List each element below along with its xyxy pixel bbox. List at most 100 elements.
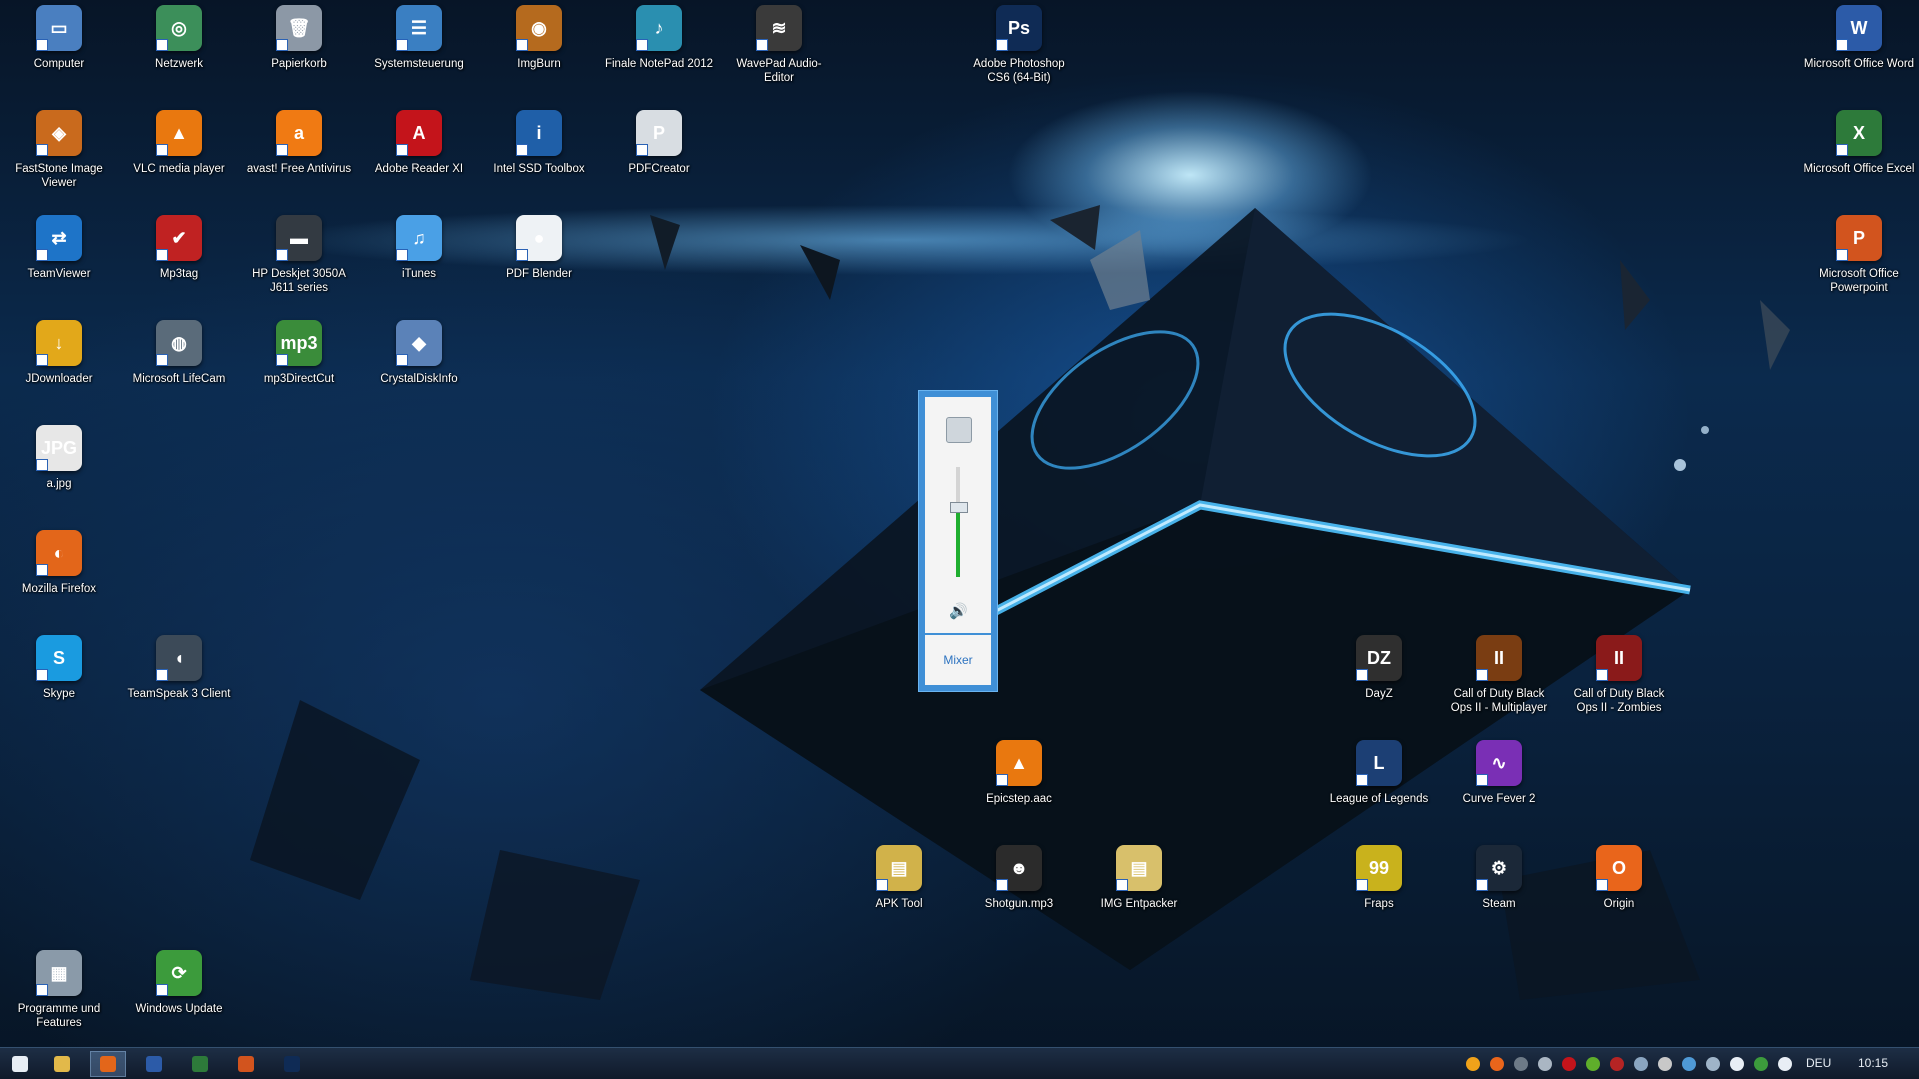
desktop-icon[interactable]: ♪ Finale NotePad 2012: [603, 5, 715, 71]
desktop-icon-label: WavePad Audio-Editor: [736, 58, 822, 84]
desktop-icon[interactable]: a avast! Free Antivirus: [243, 110, 355, 176]
desktop-icon[interactable]: ☻ Shotgun.mp3: [963, 845, 1075, 911]
desktop-icon[interactable]: A Adobe Reader XI: [363, 110, 475, 176]
desktop-icon[interactable]: L League of Legends: [1323, 740, 1435, 806]
volume-slider-track[interactable]: [956, 467, 960, 577]
desktop-icon[interactable]: ▤ APK Tool: [843, 845, 955, 911]
desktop-icon[interactable]: ▲ Epicstep.aac: [963, 740, 1075, 806]
desktop-icon[interactable]: ◐ Mozilla Firefox: [3, 530, 115, 596]
desktop-icon[interactable]: II Call of Duty Black Ops II - Multiplaye…: [1443, 635, 1555, 715]
excel-taskbar-button[interactable]: [182, 1051, 218, 1077]
desktop-icon[interactable]: ⚙ Steam: [1443, 845, 1555, 911]
desktop-icon[interactable]: mp3 mp3DirectCut: [243, 320, 355, 386]
speaker-device-icon[interactable]: [946, 417, 972, 443]
desktop-icon[interactable]: ☰ Systemsteuerung: [363, 5, 475, 71]
desktop-icon[interactable]: W Microsoft Office Word: [1803, 5, 1915, 71]
desktop-icon[interactable]: JPG a.jpg: [3, 425, 115, 491]
desktop-icon[interactable]: ◈ FastStone Image Viewer: [3, 110, 115, 190]
desktop-icon[interactable]: ✔ Mp3tag: [123, 215, 235, 281]
desktop-icon[interactable]: ▭ Computer: [3, 5, 115, 71]
desktop-icon[interactable]: ∿ Curve Fever 2: [1443, 740, 1555, 806]
desktop-icon-label: Microsoft Office Word: [1803, 58, 1915, 70]
desktop-icon-label: APK Tool: [875, 898, 923, 910]
app-icon: ⇄: [36, 215, 82, 261]
desktop-icon[interactable]: ◆ CrystalDiskInfo: [363, 320, 475, 386]
roccat-tray-icon[interactable]: [1610, 1057, 1624, 1071]
desktop-icon[interactable]: ⟳ Windows Update: [123, 950, 235, 1016]
photoshop-taskbar-button[interactable]: [274, 1051, 310, 1077]
update-tray-icon[interactable]: [1754, 1057, 1768, 1071]
safely-remove-icon[interactable]: [1706, 1057, 1720, 1071]
nvidia-tray-icon[interactable]: [1586, 1057, 1600, 1071]
desktop-icon[interactable]: P PDFCreator: [603, 110, 715, 176]
g-tray-icon[interactable]: [1514, 1057, 1528, 1071]
desktop-icon[interactable]: O Origin: [1563, 845, 1675, 911]
volume-slider-thumb[interactable]: [950, 501, 968, 513]
app-icon: DZ: [1356, 635, 1402, 681]
desktop-icon[interactable]: S Skype: [3, 635, 115, 701]
desktop-icon[interactable]: DZ DayZ: [1323, 635, 1435, 701]
word-taskbar-button[interactable]: [136, 1051, 172, 1077]
app-icon: ◐: [36, 530, 82, 576]
language-indicator[interactable]: DEU: [1806, 1056, 1831, 1070]
desktop-icon-label: Programme und Features: [17, 1003, 101, 1029]
powerpoint-icon: [238, 1056, 254, 1072]
teamspeak-tray-icon[interactable]: [1682, 1057, 1696, 1071]
desktop-icon-label: Steam: [1482, 898, 1516, 910]
origin-tray-icon[interactable]: [1490, 1057, 1504, 1071]
desktop-icon[interactable]: ⇄ TeamViewer: [3, 215, 115, 281]
network-tray-icon[interactable]: [1778, 1057, 1792, 1071]
speaker-icon[interactable]: 🔊: [949, 603, 968, 621]
desktop-icon[interactable]: ◉ ImgBurn: [483, 5, 595, 71]
word-icon: [146, 1056, 162, 1072]
adobe-tray-icon[interactable]: [1562, 1057, 1576, 1071]
app-icon: L: [1356, 740, 1402, 786]
desktop-icon[interactable]: ▤ IMG Entpacker: [1083, 845, 1195, 911]
desktop-icon-label: PDF Blender: [506, 268, 572, 280]
network-activity-icon[interactable]: [1634, 1057, 1648, 1071]
desktop-icon[interactable]: ▦ Programme und Features: [3, 950, 115, 1030]
desktop-icon[interactable]: II Call of Duty Black Ops II - Zombies: [1563, 635, 1675, 715]
volume-tray-icon[interactable]: [1730, 1057, 1744, 1071]
avast-tray-icon[interactable]: [1466, 1057, 1480, 1071]
app-icon: O: [1596, 845, 1642, 891]
desktop-icon[interactable]: ● PDF Blender: [483, 215, 595, 281]
desktop-icon[interactable]: 🗑 Papierkorb: [243, 5, 355, 71]
app-icon: ▤: [876, 845, 922, 891]
desktop-icon[interactable]: P Microsoft Office Powerpoint: [1803, 215, 1915, 295]
app-icon: ◆: [396, 320, 442, 366]
desktop-icon[interactable]: ▬ HP Deskjet 3050A J611 series: [243, 215, 355, 295]
explorer-icon: [54, 1056, 70, 1072]
desktop-icon[interactable]: ◖ TeamSpeak 3 Client: [123, 635, 235, 701]
volume-level-fill: [956, 505, 960, 577]
mixer-link[interactable]: Mixer: [925, 653, 991, 667]
start-taskbar-button[interactable]: [2, 1051, 38, 1077]
explorer-taskbar-button[interactable]: [44, 1051, 80, 1077]
desktop-icon[interactable]: Ps Adobe Photoshop CS6 (64-Bit): [963, 5, 1075, 85]
desktop-icon[interactable]: ↓ JDownloader: [3, 320, 115, 386]
steam-tray-icon[interactable]: [1538, 1057, 1552, 1071]
desktop-icon[interactable]: X Microsoft Office Excel: [1803, 110, 1915, 176]
desktop-icon[interactable]: ◍ Microsoft LifeCam: [123, 320, 235, 386]
app-icon: ▲: [996, 740, 1042, 786]
desktop-icon-label: iTunes: [401, 268, 437, 280]
desktop-icon[interactable]: ♫ iTunes: [363, 215, 475, 281]
desktop-icon-label: Windows Update: [135, 1003, 223, 1015]
desktop-icon[interactable]: ≋ WavePad Audio-Editor: [723, 5, 835, 85]
tool-tray-icon[interactable]: [1658, 1057, 1672, 1071]
desktop-icon-label: Epicstep.aac: [986, 793, 1052, 805]
clock[interactable]: 10:15: [1858, 1056, 1888, 1070]
app-icon: ▦: [36, 950, 82, 996]
desktop-icon[interactable]: ▲ VLC media player: [123, 110, 235, 176]
desktop-icon-label: TeamViewer: [27, 268, 91, 280]
firefox-taskbar-button[interactable]: [90, 1051, 126, 1077]
desktop-icon[interactable]: i Intel SSD Toolbox: [483, 110, 595, 176]
firefox-icon: [100, 1056, 116, 1072]
desktop-icon[interactable]: ◎ Netzwerk: [123, 5, 235, 71]
desktop-icon[interactable]: 99 Fraps: [1323, 845, 1435, 911]
desktop-icon-label: Shotgun.mp3: [984, 898, 1054, 910]
app-icon: ▬: [276, 215, 322, 261]
desktop-icon-label: ImgBurn: [517, 58, 561, 70]
powerpoint-taskbar-button[interactable]: [228, 1051, 264, 1077]
desktop-icon-label: CrystalDiskInfo: [380, 373, 458, 385]
